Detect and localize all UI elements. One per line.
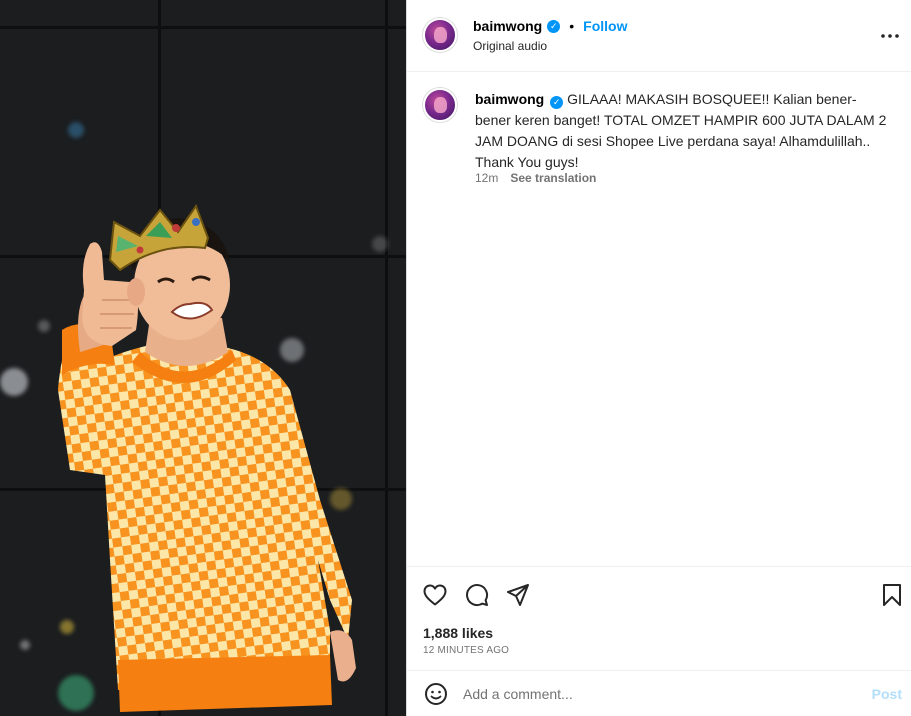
follow-button[interactable]: Follow	[583, 18, 627, 34]
see-translation-link[interactable]: See translation	[510, 171, 596, 185]
comment-input[interactable]	[463, 678, 848, 709]
verified-badge-icon: ✓	[547, 19, 561, 33]
caption-timestamp[interactable]: 12m	[475, 171, 498, 185]
action-bar: 1,888 likes 12 MINUTES AGO	[407, 566, 911, 670]
audio-label[interactable]: Original audio	[473, 39, 547, 53]
username-link[interactable]: baimwong	[473, 18, 542, 34]
caption: baimwong ✓ GILAAA! MAKASIH BOSQUEE!! Kali…	[475, 89, 887, 173]
avatar[interactable]	[423, 88, 457, 122]
post-timestamp: 12 MINUTES AGO	[423, 645, 510, 656]
person-photo	[58, 203, 356, 712]
post-comment-button[interactable]: Post	[872, 686, 902, 702]
comment-form: Post	[407, 670, 911, 716]
post-sidebar: baimwong ✓ • Follow Original audio baimw…	[406, 0, 911, 716]
comment-icon[interactable]	[463, 581, 491, 609]
more-options-icon[interactable]	[878, 24, 902, 48]
post-header: baimwong ✓ • Follow Original audio	[407, 0, 911, 72]
caption-section: baimwong ✓ GILAAA! MAKASIH BOSQUEE!! Kali…	[407, 72, 911, 566]
emoji-icon[interactable]	[423, 681, 449, 707]
caption-meta: 12m See translation	[475, 171, 596, 185]
header-user-row: baimwong ✓ • Follow	[473, 18, 627, 34]
heart-icon[interactable]	[421, 581, 449, 609]
verified-badge-icon: ✓	[550, 96, 564, 109]
caption-username-link[interactable]: baimwong	[475, 91, 544, 107]
bookmark-icon[interactable]	[878, 581, 906, 609]
separator-dot: •	[569, 18, 575, 34]
likes-count[interactable]: 1,888 likes	[423, 625, 493, 641]
post-photo[interactable]	[0, 0, 406, 716]
share-icon[interactable]	[504, 581, 532, 609]
avatar[interactable]	[423, 18, 457, 52]
